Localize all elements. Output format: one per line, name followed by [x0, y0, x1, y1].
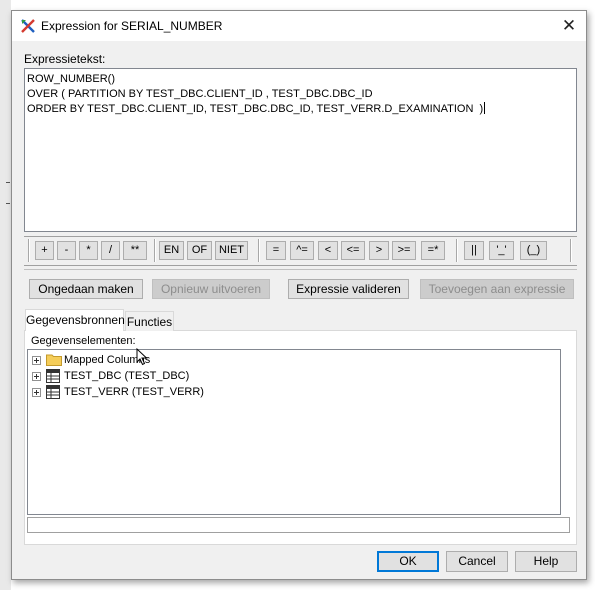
validate-button[interactable]: Expressie valideren [288, 279, 409, 299]
table-icon [46, 369, 60, 383]
expression-line-text: ORDER BY TEST_DBC.CLIENT_ID, TEST_DBC.DB… [27, 103, 484, 115]
less-equal-button[interactable]: <= [341, 241, 365, 260]
text-caret [484, 102, 486, 114]
expression-line: ROW_NUMBER() [27, 73, 115, 85]
equals-star-button[interactable]: =* [421, 241, 445, 260]
tree-node-label: TEST_DBC (TEST_DBC) [64, 370, 190, 382]
plus-button[interactable]: + [35, 241, 54, 260]
toolbar-separator [456, 239, 458, 262]
title-bar[interactable]: Expression for SERIAL_NUMBER ✕ [12, 11, 586, 41]
redo-button[interactable]: Opnieuw uitvoeren [152, 279, 270, 299]
tool-cross-icon [21, 19, 35, 33]
description-field [27, 517, 570, 533]
expression-dialog: Expression for SERIAL_NUMBER ✕ Expressie… [11, 10, 587, 580]
concat-button[interactable]: || [464, 241, 484, 260]
expression-label: Expressietekst: [24, 52, 106, 66]
expand-icon[interactable] [32, 372, 41, 381]
background-mark [6, 182, 10, 183]
operator-toolbar: + - * / ** EN OF NIET = ^= < <= > >= =* … [24, 236, 577, 266]
tree-node-label: TEST_VERR (TEST_VERR) [64, 386, 204, 398]
background-mark [6, 203, 10, 204]
tab-label: Gegevensbronnen [26, 313, 125, 327]
cancel-button[interactable]: Cancel [446, 551, 508, 572]
expression-line: OVER ( PARTITION BY TEST_DBC.CLIENT_ID ,… [27, 88, 373, 100]
equals-button[interactable]: = [266, 241, 286, 260]
divide-button[interactable]: / [101, 241, 120, 260]
mouse-pointer-icon [136, 348, 148, 366]
not-button[interactable]: NIET [215, 241, 248, 260]
parentheses-button[interactable]: (_) [520, 241, 547, 260]
close-button[interactable]: ✕ [552, 11, 586, 41]
less-than-button[interactable]: < [318, 241, 338, 260]
expand-icon[interactable] [32, 388, 41, 397]
toolbar-separator [570, 239, 572, 262]
folder-icon [46, 354, 62, 366]
toolbar-separator [154, 239, 156, 262]
not-equals-button[interactable]: ^= [290, 241, 314, 260]
ok-button[interactable]: OK [377, 551, 439, 572]
expand-icon[interactable] [32, 356, 41, 365]
divider [24, 269, 577, 270]
multiply-button[interactable]: * [79, 241, 98, 260]
toolbar-separator [258, 239, 260, 262]
close-icon: ✕ [561, 16, 577, 35]
tab-label: Functies [126, 315, 173, 329]
window-title: Expression for SERIAL_NUMBER [41, 19, 223, 33]
or-button[interactable]: OF [187, 241, 212, 260]
expression-editor[interactable]: ROW_NUMBER() OVER ( PARTITION BY TEST_DBC… [24, 68, 577, 232]
table-icon [46, 385, 60, 399]
expression-line: ORDER BY TEST_DBC.CLIENT_ID, TEST_DBC.DB… [27, 102, 574, 117]
data-elements-tree[interactable]: Mapped Columns TEST_DBC (TEST_DBC) TEST_… [27, 349, 561, 515]
quote-button[interactable]: '_' [489, 241, 514, 260]
minus-button[interactable]: - [57, 241, 76, 260]
background-app-strip [0, 0, 11, 590]
help-button[interactable]: Help [515, 551, 577, 572]
tab-functions[interactable]: Functies [125, 311, 174, 331]
greater-than-button[interactable]: > [369, 241, 389, 260]
add-to-expression-button[interactable]: Toevoegen aan expressie [420, 279, 574, 299]
greater-equal-button[interactable]: >= [392, 241, 416, 260]
data-elements-label: Gegevenselementen: [31, 335, 136, 347]
and-button[interactable]: EN [159, 241, 184, 260]
power-button[interactable]: ** [123, 241, 147, 260]
toolbar-separator [28, 239, 30, 262]
tab-data-sources[interactable]: Gegevensbronnen [25, 309, 125, 331]
undo-button[interactable]: Ongedaan maken [29, 279, 143, 299]
